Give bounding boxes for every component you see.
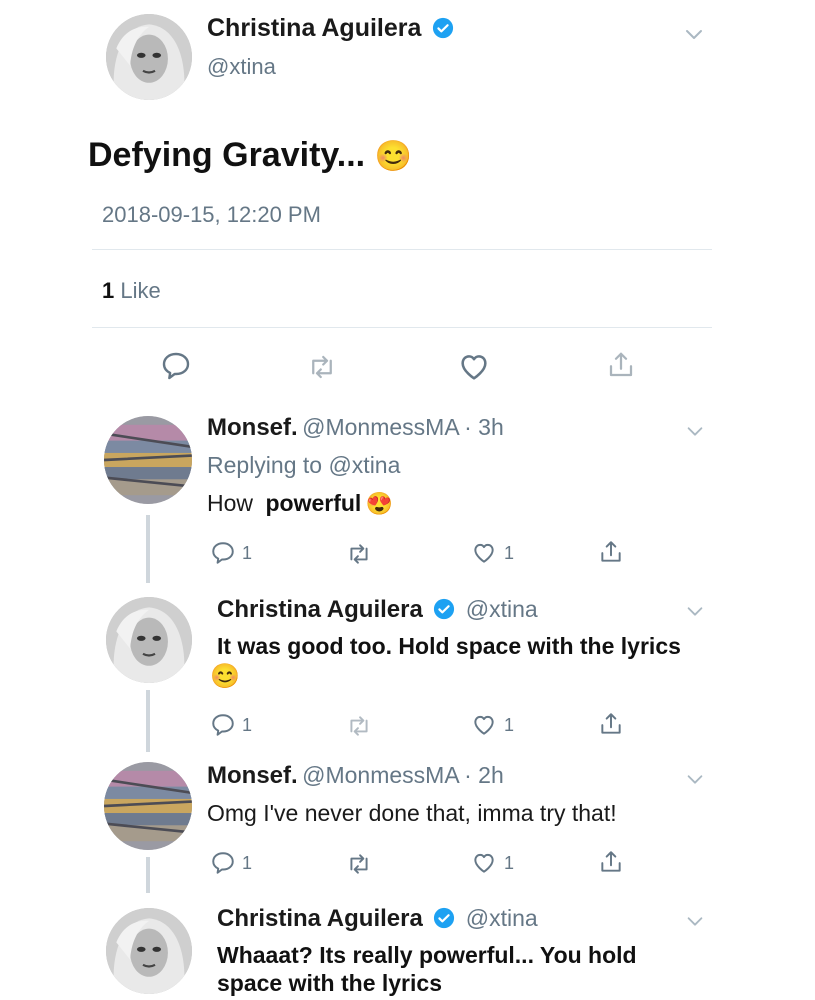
author-name[interactable]: Christina Aguilera: [207, 14, 421, 42]
verified-icon: [433, 907, 455, 929]
like-count: 1: [504, 852, 515, 873]
reply-header: Monsef. @MonmessMA · 3h: [207, 414, 504, 442]
share-icon[interactable]: [598, 848, 624, 876]
reply-text-prefix: How: [207, 490, 254, 516]
reply-count: 1: [242, 852, 253, 873]
reply-icon[interactable]: [160, 350, 192, 382]
avatar[interactable]: [106, 597, 192, 683]
thread-line: [146, 857, 150, 893]
chevron-down-icon[interactable]: [684, 768, 706, 790]
chevron-down-icon[interactable]: [684, 600, 706, 622]
author-row: Christina Aguilera: [207, 14, 454, 43]
reply-author-handle[interactable]: @MonmessMA: [302, 762, 460, 788]
like-icon: [470, 540, 498, 566]
tweet-text-content: Defying Gravity...: [88, 136, 366, 174]
reply-author-handle[interactable]: @xtina: [466, 905, 538, 931]
avatar-image: [106, 14, 192, 100]
like-count: 1: [504, 542, 515, 563]
like-action[interactable]: 1: [470, 540, 514, 566]
smile-emoji: 😊: [374, 140, 412, 173]
like-icon[interactable]: [457, 350, 491, 384]
reply-text-bold: powerful: [265, 490, 362, 516]
reply-time: · 2h: [464, 762, 504, 788]
chevron-down-icon[interactable]: [684, 910, 706, 932]
reply-header: Monsef. @MonmessMA · 2h: [207, 762, 504, 790]
likes-summary[interactable]: 1 Like: [102, 278, 161, 304]
reply-author-handle[interactable]: @MonmessMA: [302, 414, 460, 440]
reply-count: 1: [242, 542, 253, 563]
reply-time: · 3h: [464, 414, 504, 440]
share-icon[interactable]: [598, 538, 624, 566]
author-handle[interactable]: @xtina: [207, 54, 276, 80]
avatar-image: [106, 597, 192, 683]
divider: [92, 327, 712, 328]
like-action[interactable]: 1: [470, 850, 514, 876]
like-icon: [470, 850, 498, 876]
likes-count: 1: [102, 278, 115, 303]
share-icon[interactable]: [606, 350, 636, 380]
reply-author-handle[interactable]: @xtina: [466, 596, 538, 622]
avatar[interactable]: [106, 908, 192, 994]
smile-emoji: 😊: [210, 663, 240, 690]
retweet-icon[interactable]: [307, 352, 337, 382]
retweet-icon[interactable]: [346, 541, 372, 567]
reply-text-line-1: Whaaat? Its really powerful... You hold: [217, 942, 637, 968]
thread-line: [146, 515, 150, 583]
tweet-text: Defying Gravity... 😊: [88, 136, 412, 175]
replying-to[interactable]: Replying to @xtina: [207, 452, 400, 479]
tweet-timestamp[interactable]: 2018-09-15, 12:20 PM: [102, 202, 321, 228]
reply-action[interactable]: 1: [210, 850, 252, 876]
reply-icon: [210, 712, 236, 738]
reply-action[interactable]: 1: [210, 712, 252, 738]
heart-eyes-emoji: 😍: [365, 491, 394, 516]
thread-line: [146, 690, 150, 752]
like-icon: [470, 712, 498, 738]
reply-header: Christina Aguilera @xtina: [217, 905, 538, 933]
reply-text: It was good too. Hold space with the lyr…: [217, 633, 681, 659]
reply-text: How powerful 😍: [207, 490, 393, 517]
like-action[interactable]: 1: [470, 712, 514, 738]
chevron-down-icon[interactable]: [682, 22, 706, 46]
reply-author-name[interactable]: Christina Aguilera: [217, 596, 423, 623]
retweet-icon[interactable]: [346, 713, 372, 739]
avatar[interactable]: [104, 416, 192, 504]
reply-author-name[interactable]: Monsef.: [207, 414, 298, 441]
reply-icon: [210, 540, 236, 566]
avatar-image: [104, 416, 192, 504]
divider: [92, 249, 712, 250]
reply-author-name[interactable]: Monsef.: [207, 762, 298, 789]
reply-action[interactable]: 1: [210, 540, 252, 566]
likes-label: Like: [120, 278, 161, 303]
avatar-image: [106, 908, 192, 994]
reply-count: 1: [242, 714, 253, 735]
reply-text: Omg I've never done that, imma try that!: [207, 800, 617, 826]
reply-author-name[interactable]: Christina Aguilera: [217, 905, 423, 932]
avatar[interactable]: [104, 762, 192, 850]
reply-header: Christina Aguilera @xtina: [217, 596, 538, 624]
reply-text-line-2: space with the lyrics: [217, 970, 442, 996]
avatar[interactable]: [106, 14, 192, 100]
verified-icon: [433, 598, 455, 620]
share-icon[interactable]: [598, 710, 624, 738]
reply-icon: [210, 850, 236, 876]
verified-icon: [432, 17, 454, 39]
chevron-down-icon[interactable]: [684, 420, 706, 442]
like-count: 1: [504, 714, 515, 735]
retweet-icon[interactable]: [346, 851, 372, 877]
avatar-image: [104, 762, 192, 850]
